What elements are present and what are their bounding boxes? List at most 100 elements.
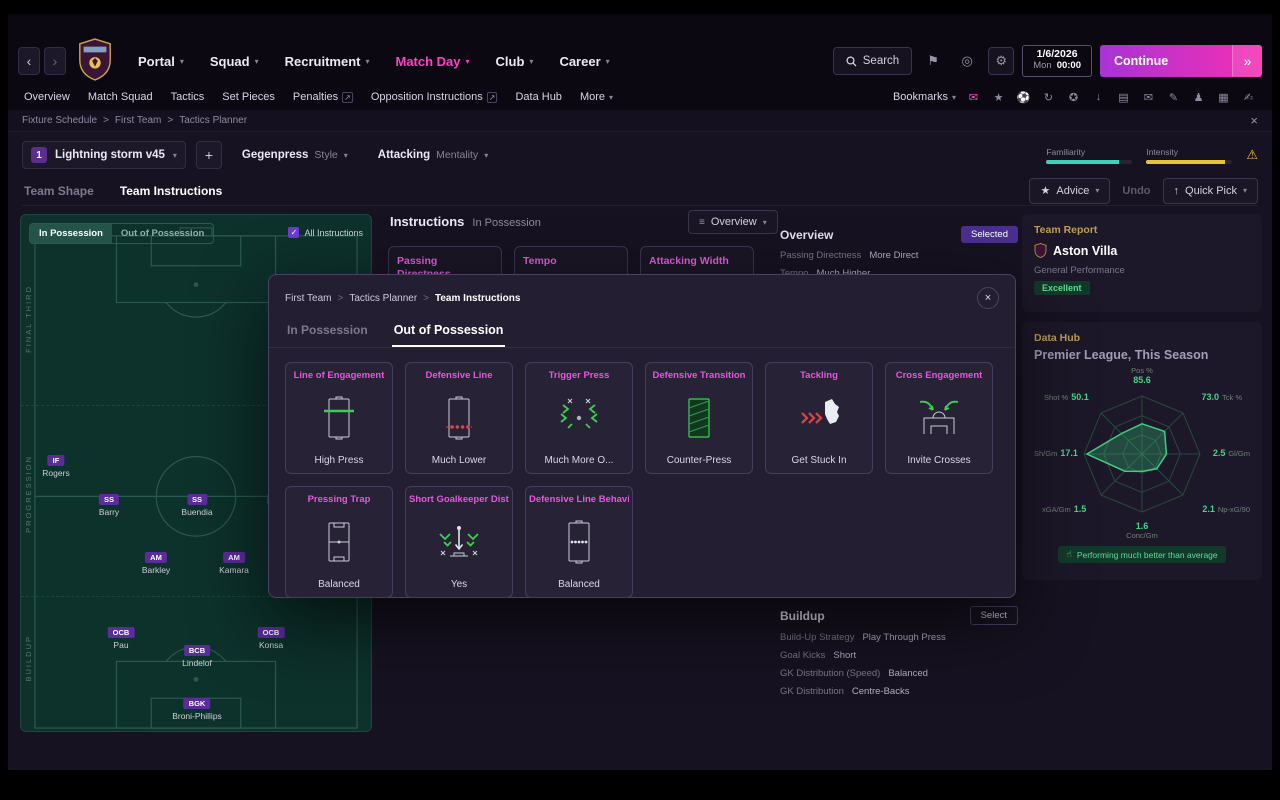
continue-button[interactable]: Continue »	[1100, 45, 1262, 77]
subnav-opposition-instructions[interactable]: Opposition Instructions↗	[371, 91, 498, 103]
bookmark-flag-button[interactable]: ⚑	[920, 47, 946, 75]
menu-icon: ≡	[699, 217, 705, 228]
nav-club[interactable]: Club▾	[496, 54, 534, 69]
instruction-card-trigger-press[interactable]: Trigger Press Much More O...	[525, 362, 633, 474]
close-page-button[interactable]: ×	[1250, 113, 1258, 128]
instructions-subtitle: In Possession	[472, 217, 540, 229]
radar-chart-area: Pos %85.6 73.0Tck % 2.5Gl/Gm 2.1Np-xG/90…	[1034, 366, 1250, 540]
subnav-penalties[interactable]: Penalties↗	[293, 91, 353, 103]
performance-badge: ☝ Performing much better than average	[1058, 546, 1225, 563]
day-value: Mon	[1033, 60, 1051, 71]
team-instructions-modal: First Team > Tactics Planner > Team Inst…	[268, 274, 1016, 598]
player-chip[interactable]: IFRogers	[42, 455, 69, 478]
nav-squad[interactable]: Squad▾	[210, 54, 259, 69]
modal-breadcrumb-tactics-planner[interactable]: Tactics Planner	[349, 293, 417, 304]
subnav-match-squad[interactable]: Match Squad	[88, 91, 153, 103]
nav-career[interactable]: Career▾	[559, 54, 609, 69]
modal-close-button[interactable]: ×	[977, 287, 999, 309]
familiarity-meter: Familiarity	[1046, 147, 1132, 164]
selected-button[interactable]: Selected	[961, 226, 1018, 243]
intensity-warning-icon: ⚠	[1246, 147, 1258, 163]
defensive-line-behaviour-icon	[556, 520, 602, 564]
all-instructions-checkbox[interactable]: ✓ All Instructions	[288, 227, 363, 238]
modal-tab-in-possession[interactable]: In Possession	[285, 317, 370, 347]
football-icon[interactable]: ⚽	[1016, 91, 1031, 104]
player-chip[interactable]: BCBLindelof	[182, 645, 212, 668]
instruction-card-short-goalkeeper-distribution[interactable]: Short Goalkeeper Distr Yes	[405, 486, 513, 598]
player-chip[interactable]: OCBPau	[108, 627, 135, 650]
player-chip[interactable]: BGKBroni-Phillips	[172, 698, 222, 721]
advice-button[interactable]: ★ Advice ▾	[1029, 178, 1110, 204]
subnav-tactics[interactable]: Tactics	[171, 91, 205, 103]
news-icon[interactable]: ▤	[1116, 91, 1131, 104]
messages-icon[interactable]: ✉	[966, 91, 981, 104]
quick-pick-button[interactable]: ↑ Quick Pick ▾	[1163, 178, 1258, 204]
player-chip[interactable]: OCBKonsa	[258, 627, 285, 650]
player-chip[interactable]: SSBarry	[99, 494, 119, 517]
style-dropdown[interactable]: Gegenpress Style ▾	[232, 141, 358, 169]
instruction-card-defensive-line-behaviour[interactable]: Defensive Line Behavio Balanced	[525, 486, 633, 598]
player-chip[interactable]: AMKamara	[219, 552, 249, 575]
chevron-down-icon: ▾	[1095, 186, 1099, 195]
subnav-more[interactable]: More▾	[580, 91, 613, 103]
download-icon[interactable]: ↓	[1091, 91, 1106, 103]
mentality-dropdown[interactable]: Attacking Mentality ▾	[368, 141, 498, 169]
team-report-title: Team Report	[1034, 224, 1250, 236]
bookmarks-dropdown[interactable]: Bookmarks▾	[893, 91, 956, 103]
top-chrome: ‹ › Portal▾ Squad▾ Recruitment▾ Match Da…	[8, 14, 1272, 110]
player-chip[interactable]: AMBarkley	[142, 552, 170, 575]
style-value: Gegenpress	[242, 149, 308, 161]
toggle-in-possession[interactable]: In Possession	[30, 224, 112, 243]
award-icon[interactable]: ✪	[1066, 91, 1081, 104]
instruction-card-cross-engagement[interactable]: Cross Engagement Invite Crosses	[885, 362, 993, 474]
chevron-down-icon: ▾	[173, 151, 177, 160]
calendar-icon[interactable]: ▦	[1216, 91, 1231, 104]
forward-button[interactable]: ›	[44, 47, 66, 75]
mail-icon[interactable]: ✉	[1141, 91, 1156, 104]
nav-recruitment[interactable]: Recruitment▾	[285, 54, 370, 69]
search-icon	[846, 56, 857, 67]
nav-match-day[interactable]: Match Day▾	[395, 54, 469, 69]
player-chip[interactable]: SSBuendia	[181, 494, 212, 517]
team-name[interactable]: Aston Villa	[1053, 244, 1117, 258]
subnav-overview[interactable]: Overview	[24, 91, 70, 103]
tactic-select-dropdown[interactable]: 1 Lightning storm v45 ▾	[22, 141, 186, 169]
competition-icon[interactable]: ★	[991, 91, 1006, 104]
tab-team-shape[interactable]: Team Shape	[22, 178, 96, 204]
team-report-card: Team Report Aston Villa General Performa…	[1022, 214, 1262, 312]
breadcrumb-item-tactics-planner[interactable]: Tactics Planner	[179, 115, 247, 126]
undo-button[interactable]: Undo	[1122, 185, 1150, 197]
back-button[interactable]: ‹	[18, 47, 40, 75]
tab-team-instructions[interactable]: Team Instructions	[118, 178, 224, 204]
instructions-view-dropdown[interactable]: ≡ Overview ▾	[688, 210, 778, 234]
breadcrumb-item-fixture-schedule[interactable]: Fixture Schedule	[22, 115, 97, 126]
intensity-meter: Intensity	[1146, 147, 1232, 164]
search-button[interactable]: Search	[833, 47, 912, 75]
instruction-card-tackling[interactable]: Tackling Get Stuck In	[765, 362, 873, 474]
instruction-card-defensive-transition[interactable]: Defensive Transition Counter-Press	[645, 362, 753, 474]
instruction-card-pressing-trap[interactable]: Pressing Trap Balanced	[285, 486, 393, 598]
style-label: Style	[314, 149, 337, 161]
instruction-card-defensive-line[interactable]: Defensive Line Much Lower	[405, 362, 513, 474]
nav-portal[interactable]: Portal▾	[138, 54, 184, 69]
chevron-down-icon: ▾	[484, 151, 488, 160]
world-button[interactable]: ◎	[954, 47, 980, 75]
settings-button[interactable]: ⚙	[988, 47, 1014, 75]
edit-icon[interactable]: ✎	[1166, 91, 1181, 104]
modal-breadcrumb-first-team[interactable]: First Team	[285, 293, 332, 304]
tactic-number-badge: 1	[31, 147, 47, 163]
sync-icon[interactable]: ↻	[1041, 91, 1056, 104]
tasks-icon[interactable]: ✍	[1241, 91, 1256, 104]
staff-icon[interactable]: ♟	[1191, 91, 1206, 104]
subnav-set-pieces[interactable]: Set Pieces	[222, 91, 275, 103]
club-crest[interactable]	[76, 37, 114, 86]
instruction-card-line-of-engagement[interactable]: Line of Engagement High Press	[285, 362, 393, 474]
modal-tabs: In Possession Out of Possession	[269, 315, 1015, 348]
gear-icon: ⚙	[995, 53, 1007, 69]
breadcrumb-item-first-team[interactable]: First Team	[115, 115, 162, 126]
toggle-out-of-possession[interactable]: Out of Possession	[112, 224, 213, 243]
modal-tab-out-of-possession[interactable]: Out of Possession	[392, 317, 506, 347]
subnav-data-hub[interactable]: Data Hub	[515, 91, 561, 103]
add-tactic-button[interactable]: +	[196, 141, 222, 169]
zone-label-buildup: BUILDUP	[24, 635, 33, 682]
